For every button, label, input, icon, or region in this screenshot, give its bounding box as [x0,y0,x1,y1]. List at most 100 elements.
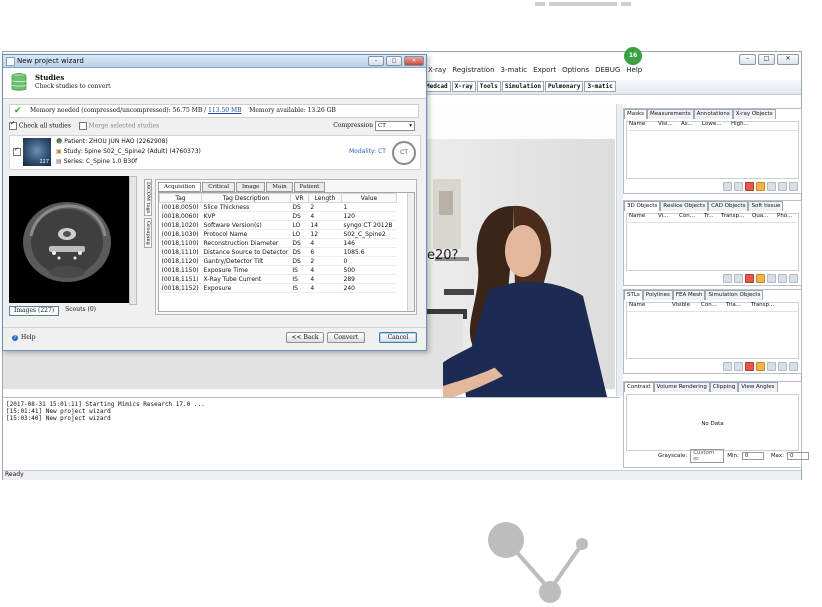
header-value[interactable]: Value [341,193,397,203]
menu-3matic[interactable]: 3-matic [501,66,528,77]
duplicate-icon[interactable] [734,274,743,283]
toolbar-tab-tools[interactable]: Tools [476,81,501,92]
tab-view-angles[interactable]: View Angles [738,382,778,392]
column-header[interactable]: Qua... [749,213,774,222]
help-button[interactable]: ? Help [12,334,36,341]
column-header[interactable]: Visible [669,302,698,311]
tab-grouping[interactable]: Grouping [144,218,152,249]
tab-acquisition[interactable]: Acquisition [158,182,202,192]
contrast-histogram[interactable]: No Data [626,394,799,451]
column-header[interactable]: Lowe... [699,121,728,130]
tab-contrast[interactable]: Contrast [624,382,654,392]
new-stl-icon[interactable] [723,362,732,371]
tab-patient[interactable]: Patient [293,182,326,192]
table-row[interactable]: (0018,0050) Slice Thickness DS 2 1 [159,202,397,212]
duplicate-icon[interactable] [734,182,743,191]
delete-icon[interactable] [745,362,754,371]
table-scrollbar[interactable] [407,193,414,311]
tab-reslice-objects[interactable]: Reslice Objects [660,201,709,211]
tab-images[interactable]: Images (227) [9,306,60,316]
minimize-button[interactable]: – [739,54,756,65]
table-row[interactable]: (0018,0060) KVP DS 4 120 [159,211,397,221]
tab-xray-objects[interactable]: X-ray Objects [732,109,776,119]
viewer-scrollbar[interactable] [616,104,623,396]
column-header[interactable]: Tria... [723,302,748,311]
toolbar-tab-3matic[interactable]: 3-matic [584,81,616,92]
check-all-checkbox[interactable] [9,120,17,130]
tab-masks[interactable]: Masks [624,109,648,119]
tab-cad-objects[interactable]: CAD Objects [708,201,749,211]
new-mask-icon[interactable] [723,182,732,191]
max-input[interactable]: 0 [787,452,810,460]
toolbar-tab-pulmonary[interactable]: Pulmonary [544,81,584,92]
column-header[interactable]: Name [626,302,669,311]
edit-icon[interactable] [756,274,765,283]
ct-slice-preview[interactable] [9,176,137,305]
column-header[interactable]: Name [626,121,655,130]
column-header[interactable]: Transp... [718,213,749,222]
delete-icon[interactable] [745,274,754,283]
menu-registration[interactable]: Registration [452,66,494,77]
dicom-tags-table[interactable]: Tag Tag Description VR Length Value (001… [158,192,415,312]
header-length[interactable]: Length [307,193,343,203]
dialog-maximize-button[interactable]: □ [386,56,402,66]
more-icon[interactable] [789,182,798,191]
back-button[interactable]: << Back [286,332,324,343]
maximize-button[interactable]: □ [758,54,775,65]
tab-polylines[interactable]: Polylines [642,290,673,300]
more-icon[interactable] [789,274,798,283]
study-checkbox[interactable] [13,146,21,156]
tab-soft-tissue[interactable]: Soft tissue [748,201,784,211]
column-header[interactable]: Pho... [774,213,799,222]
preview-scrollbar[interactable] [129,176,137,305]
menu-xray[interactable]: X-ray [428,66,446,77]
header-description[interactable]: Tag Description [201,193,291,203]
dialog-titlebar[interactable]: New project wizard – □ ✕ [3,55,426,68]
tab-clipping[interactable]: Clipping [709,382,739,392]
min-input[interactable]: 0 [741,452,764,460]
tab-volume-rendering[interactable]: Volume Rendering [653,382,710,392]
table-row[interactable]: (0018,1150) Exposure Time IS 4 500 [159,265,397,275]
compression-select[interactable]: CT [375,121,415,131]
header-vr[interactable]: VR [289,193,309,203]
copy-icon[interactable] [767,274,776,283]
column-header[interactable]: Tr... [701,213,718,222]
tab-critical[interactable]: Critical [202,182,235,192]
tab-image[interactable]: Image [235,182,266,192]
column-header[interactable]: As... [678,121,699,130]
tab-3d-objects[interactable]: 3D Objects [624,201,661,211]
delete-icon[interactable] [745,182,754,191]
edit-icon[interactable] [756,362,765,371]
dialog-minimize-button[interactable]: – [368,56,384,66]
cancel-button[interactable]: Cancel [379,332,417,343]
more-icon[interactable] [789,362,798,371]
column-header[interactable]: High... [728,121,757,130]
column-header[interactable]: Visi... [655,121,678,130]
properties-icon[interactable] [778,182,787,191]
close-button[interactable]: ✕ [777,54,799,65]
properties-icon[interactable] [778,362,787,371]
menu-options[interactable]: Options [562,66,589,77]
toolbar-tab-simulation[interactable]: Simulation [501,81,544,92]
toolbar-tab-xray[interactable]: X-ray [451,81,476,92]
properties-icon[interactable] [778,274,787,283]
tab-annotations[interactable]: Annotations [693,109,733,119]
column-header[interactable]: Con... [698,302,723,311]
column-header[interactable]: Con... [676,213,701,222]
menu-help[interactable]: Help [626,66,642,77]
header-tag[interactable]: Tag [158,193,203,203]
column-header[interactable]: Name [626,213,655,222]
table-row[interactable]: (0018,1151) X-Ray Tube Current IS 4 289 [159,274,397,284]
grayscale-select[interactable]: Custom sc [690,449,725,463]
table-row[interactable]: (0018,1120) Gantry/Detector Tilt DS 2 0 [159,256,397,266]
duplicate-icon[interactable] [734,362,743,371]
table-row[interactable]: (0018,1030) Protocol Name LO 12 S02_C_Spine2 [159,229,397,239]
column-header[interactable]: Transp... [748,302,779,311]
tab-stls[interactable]: STLs [624,290,643,300]
table-row[interactable]: (0018,1100) Reconstruction Diameter DS 4 146 [159,238,397,248]
tab-simulation-objects[interactable]: Simulation Objects [705,290,764,300]
convert-button[interactable]: Convert [327,332,365,343]
edit-icon[interactable] [756,182,765,191]
new-object-icon[interactable] [723,274,732,283]
menu-export[interactable]: Export [533,66,556,77]
